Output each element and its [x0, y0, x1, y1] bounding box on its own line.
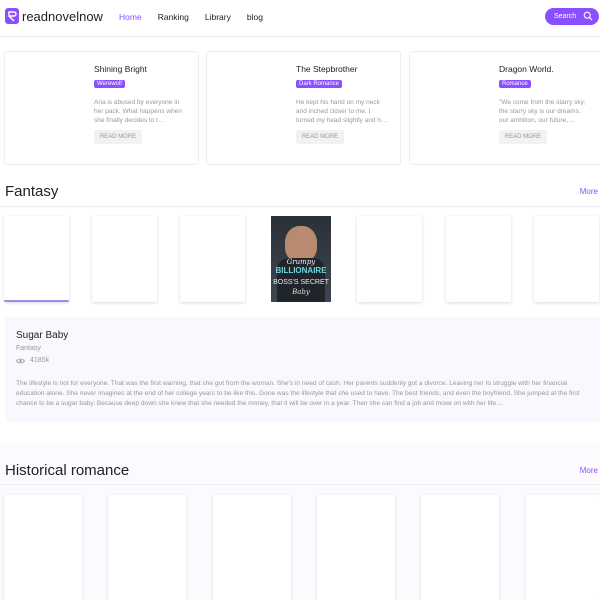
- nav-ranking[interactable]: Ranking: [158, 12, 189, 22]
- historical-more-link[interactable]: More: [580, 466, 598, 475]
- featured-card-2[interactable]: The Stepbrother Dark Romance He kept his…: [206, 51, 401, 165]
- featured-description: He kept his hand on my neck and inched c…: [296, 99, 388, 124]
- book-cover-6[interactable]: [446, 216, 511, 302]
- featured-title[interactable]: The Stepbrother: [296, 64, 357, 74]
- cover-text: BILLIONAIRE: [275, 266, 327, 275]
- book-genre: Fantasy: [16, 345, 41, 352]
- logo-text: readnovelnow: [22, 8, 103, 24]
- eye-icon: [16, 358, 25, 363]
- nav-blog[interactable]: blog: [247, 12, 263, 22]
- cover-text: Baby: [292, 288, 310, 296]
- section-title-historical: Historical romance: [5, 462, 130, 479]
- historical-divider: [0, 484, 600, 485]
- cover-text: BOSS'S SECRET: [273, 279, 329, 286]
- cover-text: Grumpy: [286, 258, 316, 266]
- section-title-fantasy: Fantasy: [5, 183, 59, 200]
- genre-tag: Romance: [499, 80, 531, 88]
- featured-description: "We come from the starry sky; the starry…: [499, 99, 586, 124]
- historical-book-6[interactable]: [526, 495, 600, 600]
- genre-tag: Werewolf: [94, 80, 125, 88]
- read-more-button[interactable]: READ MORE: [499, 130, 547, 144]
- read-more-button[interactable]: READ MORE: [296, 130, 344, 144]
- nav-home[interactable]: Home: [119, 12, 142, 22]
- genre-tag: Dark Romance: [296, 80, 343, 88]
- featured-description: Aria is abused by everyone in her pack. …: [94, 99, 182, 124]
- featured-card-3[interactable]: Dragon World. Romance "We come from the …: [409, 51, 600, 165]
- fantasy-divider: [0, 206, 600, 207]
- main-nav: Home Ranking Library blog: [119, 12, 279, 22]
- book-cover-7[interactable]: [534, 216, 599, 302]
- header: readnovelnow Home Ranking Library blog S…: [0, 0, 600, 34]
- book-cover-grumpy-billionaire[interactable]: Grumpy BILLIONAIRE BOSS'S SECRET Baby: [271, 216, 331, 302]
- book-logo-icon: [5, 8, 19, 24]
- book-cover-1[interactable]: [4, 216, 69, 302]
- historical-book-2[interactable]: [108, 495, 186, 600]
- fantasy-more-link[interactable]: More: [580, 187, 598, 196]
- nav-library[interactable]: Library: [205, 12, 231, 22]
- featured-card-1[interactable]: Shining Bright Werewolf Aria is abused b…: [4, 51, 199, 165]
- logo[interactable]: readnovelnow: [5, 8, 103, 24]
- book-cover-3[interactable]: [180, 216, 245, 302]
- book-cover-5[interactable]: [357, 216, 422, 302]
- views-count: 4185k: [30, 357, 50, 364]
- historical-book-4[interactable]: [317, 495, 395, 600]
- search-label: Search: [554, 13, 577, 20]
- search-button[interactable]: Search: [545, 8, 599, 25]
- historical-book-5[interactable]: [421, 495, 499, 600]
- cover-face: [285, 226, 317, 262]
- historical-book-1[interactable]: [4, 495, 82, 600]
- book-description: The lifestyle is not for everyone. That …: [16, 380, 580, 407]
- book-detail-panel: Sugar Baby Fantasy 4185k The lifestyle i…: [5, 317, 600, 422]
- header-divider: [0, 36, 600, 37]
- historical-book-3[interactable]: [213, 495, 291, 600]
- book-title[interactable]: Sugar Baby: [16, 330, 68, 341]
- read-more-button[interactable]: READ MORE: [94, 130, 142, 144]
- search-icon: [583, 11, 593, 21]
- featured-title[interactable]: Dragon World.: [499, 64, 554, 74]
- book-cover-2[interactable]: [92, 216, 157, 302]
- featured-title[interactable]: Shining Bright: [94, 64, 147, 74]
- book-views: 4185k: [16, 357, 49, 364]
